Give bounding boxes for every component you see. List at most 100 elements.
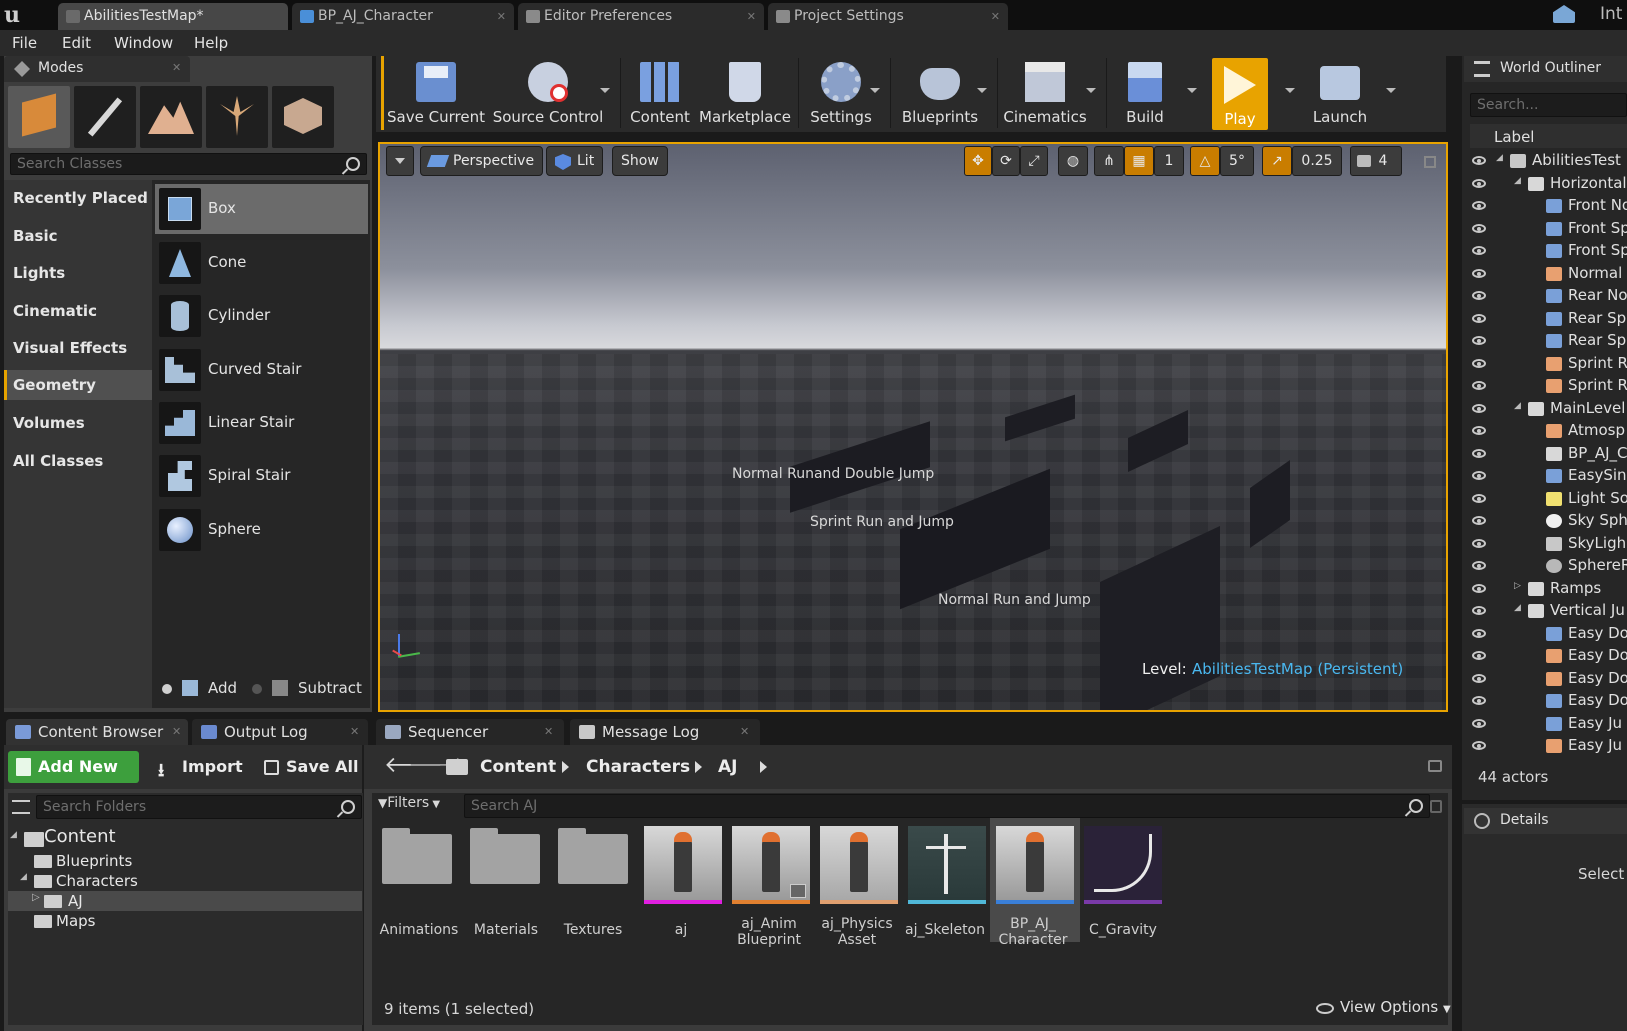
- tab-content-browser[interactable]: Content Browser ✕: [6, 719, 188, 745]
- outliner-row[interactable]: Front No: [1462, 195, 1627, 217]
- item-spiral-stair[interactable]: Spiral Stair: [155, 451, 368, 501]
- asset-thumb-aj[interactable]: [644, 826, 722, 904]
- visibility-eye-icon[interactable]: [1472, 606, 1486, 615]
- lit-button[interactable]: Lit: [546, 146, 604, 176]
- outliner-row[interactable]: ◢ MainLevel: [1462, 398, 1627, 420]
- expand-arrow-icon[interactable]: ◢: [1514, 401, 1521, 411]
- modes-tab[interactable]: Modes ✕: [4, 56, 190, 82]
- visibility-eye-icon[interactable]: [1472, 178, 1486, 188]
- item-box[interactable]: Box: [155, 184, 368, 234]
- visibility-eye-icon[interactable]: [1472, 246, 1486, 255]
- details-tab[interactable]: Details: [1464, 808, 1627, 834]
- outliner-row[interactable]: Normal: [1462, 263, 1627, 285]
- outliner-row[interactable]: Easy Do: [1462, 645, 1627, 667]
- asset-thumb-aj-physics-asset[interactable]: [820, 826, 898, 904]
- blueprints-button[interactable]: Blueprints: [896, 58, 984, 128]
- category-recently-placed[interactable]: Recently Placed: [4, 183, 152, 213]
- chevron-down-icon[interactable]: [1086, 88, 1096, 93]
- outliner-search-input[interactable]: Search...: [1470, 93, 1627, 117]
- maximize-viewport-icon[interactable]: [1424, 156, 1436, 168]
- category-geometry[interactable]: Geometry: [4, 370, 152, 400]
- close-icon[interactable]: ✕: [991, 3, 1000, 30]
- item-cone[interactable]: Cone: [155, 238, 368, 288]
- expand-arrow-icon[interactable]: ◢: [20, 872, 27, 882]
- visibility-eye-icon[interactable]: [1472, 516, 1486, 525]
- item-curved-stair[interactable]: Curved Stair: [155, 345, 368, 395]
- scale-snap-icon[interactable]: ↗: [1262, 146, 1292, 176]
- rotation-snap-value[interactable]: 5°: [1220, 146, 1254, 176]
- tree-item-blueprints[interactable]: Blueprints: [56, 852, 132, 870]
- outliner-row[interactable]: Rear Sp: [1462, 308, 1627, 330]
- chevron-down-icon[interactable]: [1187, 88, 1197, 93]
- play-button[interactable]: Play: [1212, 58, 1268, 130]
- foliage-mode-button[interactable]: [206, 86, 268, 148]
- expand-arrow-icon[interactable]: ◢: [10, 830, 17, 840]
- column-label[interactable]: Label: [1494, 128, 1534, 146]
- chevron-down-icon[interactable]: [870, 88, 880, 93]
- outliner-row[interactable]: Rear No: [1462, 285, 1627, 307]
- close-icon[interactable]: ✕: [350, 719, 359, 745]
- visibility-eye-icon[interactable]: [1472, 696, 1486, 705]
- add-radio[interactable]: [162, 684, 172, 694]
- outliner-row[interactable]: ▷ Ramps: [1462, 578, 1627, 600]
- outliner-row[interactable]: Front Sp: [1462, 218, 1627, 240]
- surface-snap-icon[interactable]: ⋔: [1094, 146, 1124, 176]
- outliner-row[interactable]: Easy Do: [1462, 690, 1627, 712]
- viewport-options-button[interactable]: [386, 146, 414, 176]
- category-cinematic[interactable]: Cinematic: [4, 296, 152, 326]
- visibility-eye-icon[interactable]: [1472, 583, 1486, 593]
- save-all-button[interactable]: Save All: [262, 751, 359, 783]
- tab-project-settings[interactable]: Project Settings ✕: [768, 3, 1008, 30]
- settings-button[interactable]: Settings: [804, 58, 878, 128]
- folder-icon[interactable]: [382, 828, 452, 884]
- show-button[interactable]: Show: [612, 146, 668, 176]
- save-current-button[interactable]: Save Current: [386, 58, 486, 128]
- content-button[interactable]: Content: [626, 58, 694, 128]
- chevron-down-icon[interactable]: [600, 88, 610, 93]
- outliner-row[interactable]: Light So: [1462, 488, 1627, 510]
- import-button[interactable]: ⭳ Import: [158, 751, 243, 783]
- subtract-radio[interactable]: [252, 684, 262, 694]
- close-icon[interactable]: ✕: [172, 61, 181, 74]
- category-visual-effects[interactable]: Visual Effects: [4, 333, 152, 363]
- world-local-icon[interactable]: ◍: [1058, 146, 1088, 176]
- visibility-eye-icon[interactable]: [1472, 336, 1486, 345]
- visibility-eye-icon[interactable]: [1472, 718, 1486, 728]
- chevron-down-icon[interactable]: [1285, 88, 1295, 93]
- visibility-eye-icon[interactable]: [1472, 628, 1486, 638]
- launch-button[interactable]: Launch: [1300, 58, 1380, 128]
- visibility-eye-icon[interactable]: [1472, 156, 1486, 165]
- outliner-row[interactable]: Easy Do: [1462, 668, 1627, 690]
- rotation-snap-icon[interactable]: △: [1190, 146, 1220, 176]
- asset-thumb-bp-aj-character[interactable]: [996, 826, 1074, 904]
- feedback-icon[interactable]: [1553, 5, 1575, 23]
- visibility-eye-icon[interactable]: [1472, 741, 1486, 750]
- breadcrumb-separator-icon[interactable]: [760, 761, 767, 773]
- item-linear-stair[interactable]: Linear Stair: [155, 398, 368, 448]
- outliner-row[interactable]: ◢ Vertical Ju: [1462, 600, 1627, 622]
- breadcrumb-separator-icon[interactable]: [695, 761, 702, 773]
- outliner-row[interactable]: Rear Sp: [1462, 330, 1627, 352]
- breadcrumb-separator-icon[interactable]: [562, 761, 569, 773]
- visibility-eye-icon[interactable]: [1472, 313, 1486, 323]
- close-icon[interactable]: ✕: [740, 719, 749, 745]
- visibility-eye-icon[interactable]: [1472, 448, 1486, 458]
- asset-thumb-aj-skeleton[interactable]: [908, 826, 986, 904]
- visibility-eye-icon[interactable]: [1472, 201, 1486, 210]
- add-new-button[interactable]: Add New: [8, 751, 139, 803]
- tree-item-aj[interactable]: AJ: [68, 892, 83, 910]
- visibility-eye-icon[interactable]: [1472, 651, 1486, 660]
- grid-snap-value[interactable]: 1: [1154, 146, 1184, 176]
- build-button[interactable]: Build: [1110, 58, 1180, 128]
- category-all-classes[interactable]: All Classes: [4, 446, 152, 476]
- close-icon[interactable]: ✕: [747, 3, 756, 30]
- outliner-row[interactable]: SphereR: [1462, 555, 1627, 577]
- outliner-row[interactable]: Sky Sph: [1462, 510, 1627, 532]
- visibility-eye-icon[interactable]: [1472, 561, 1486, 570]
- tab-output-log[interactable]: Output Log ✕: [192, 719, 368, 745]
- search-help-label[interactable]: Int: [1600, 4, 1622, 24]
- asset-thumb-c-gravity[interactable]: [1084, 826, 1162, 904]
- visibility-eye-icon[interactable]: [1472, 291, 1486, 300]
- visibility-eye-icon[interactable]: [1472, 426, 1486, 435]
- collapsed-arrow-icon[interactable]: ▷: [32, 892, 40, 903]
